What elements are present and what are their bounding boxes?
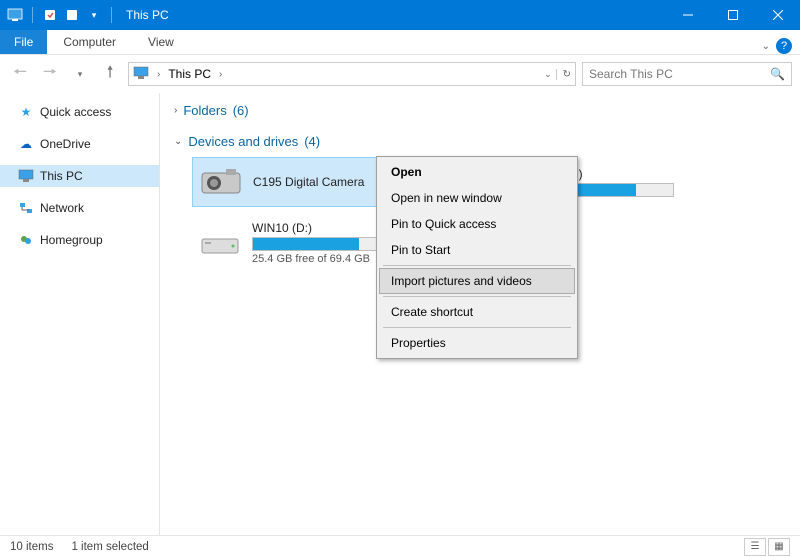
network-icon [18, 200, 34, 216]
details-view-button[interactable]: ☰ [744, 538, 766, 556]
search-icon: 🔍 [770, 67, 785, 81]
chevron-right-icon[interactable]: › [153, 69, 164, 80]
chevron-right-icon: › [174, 105, 177, 116]
ctx-import-pictures[interactable]: Import pictures and videos [379, 268, 575, 294]
titlebar: ▾ This PC [0, 0, 800, 30]
address-location[interactable]: This PC [168, 67, 211, 81]
minimize-button[interactable] [665, 0, 710, 30]
pc-icon [133, 66, 149, 82]
nav-network[interactable]: Network [0, 197, 159, 219]
ctx-separator [383, 296, 571, 297]
address-bar[interactable]: › This PC › ⌄ ↻ [128, 62, 576, 86]
nav-toolbar: 🠔 🠖 ▾ 🠕 › This PC › ⌄ ↻ Search This PC 🔍 [0, 55, 800, 93]
section-label: Folders [183, 103, 226, 118]
window-title: This PC [122, 8, 169, 22]
section-count: (4) [304, 134, 320, 149]
status-item-count: 10 items [10, 541, 53, 553]
ctx-open[interactable]: Open [379, 159, 575, 185]
status-bar: 10 items 1 item selected ☰ ▦ [0, 535, 800, 557]
context-menu: Open Open in new window Pin to Quick acc… [376, 156, 578, 359]
pc-icon [18, 168, 34, 184]
camera-icon [199, 164, 243, 200]
ctx-pin-quick-access[interactable]: Pin to Quick access [379, 211, 575, 237]
explorer-icon [6, 6, 24, 24]
ctx-separator [383, 265, 571, 266]
nav-this-pc[interactable]: This PC [0, 165, 159, 187]
search-placeholder: Search This PC [589, 67, 673, 81]
new-folder-qat-icon[interactable] [63, 6, 81, 24]
ribbon-expand-icon[interactable]: ⌄ [762, 41, 770, 52]
nav-label: This PC [40, 169, 83, 183]
nav-label: Quick access [40, 105, 111, 119]
section-label: Devices and drives [188, 134, 298, 149]
maximize-button[interactable] [710, 0, 755, 30]
ctx-pin-start[interactable]: Pin to Start [379, 237, 575, 263]
star-icon: ★ [18, 104, 34, 120]
ctx-create-shortcut[interactable]: Create shortcut [379, 299, 575, 325]
section-count: (6) [233, 103, 249, 118]
recent-locations-button[interactable]: ▾ [68, 62, 92, 86]
address-dropdown-icon[interactable]: ⌄ [544, 69, 552, 80]
refresh-icon[interactable]: ↻ [556, 69, 571, 80]
up-button[interactable]: 🠕 [98, 62, 122, 86]
quick-access-toolbar: ▾ [0, 6, 122, 24]
tiles-view-button[interactable]: ▦ [768, 538, 790, 556]
close-button[interactable] [755, 0, 800, 30]
properties-qat-icon[interactable] [41, 6, 59, 24]
nav-label: Network [40, 201, 84, 215]
ctx-open-new-window[interactable]: Open in new window [379, 185, 575, 211]
forward-button[interactable]: 🠖 [38, 62, 62, 86]
file-tab[interactable]: File [0, 30, 47, 54]
nav-quick-access[interactable]: ★ Quick access [0, 101, 159, 123]
nav-label: Homegroup [40, 233, 103, 247]
qat-dropdown-icon[interactable]: ▾ [85, 6, 103, 24]
ctx-separator [383, 327, 571, 328]
drive-name: C195 Digital Camera [253, 175, 364, 189]
ribbon: File Computer View ⌄ ? [0, 30, 800, 55]
hdd-icon [198, 225, 242, 261]
chevron-right-icon[interactable]: › [215, 69, 226, 80]
search-input[interactable]: Search This PC 🔍 [582, 62, 792, 86]
nav-label: OneDrive [40, 137, 91, 151]
navigation-pane: ★ Quick access ☁ OneDrive This PC Networ… [0, 93, 160, 535]
ctx-properties[interactable]: Properties [379, 330, 575, 356]
tab-computer[interactable]: Computer [47, 30, 132, 54]
cloud-icon: ☁ [18, 136, 34, 152]
status-selected-count: 1 item selected [71, 541, 148, 553]
section-folders[interactable]: › Folders (6) [174, 99, 786, 122]
nav-homegroup[interactable]: Homegroup [0, 229, 159, 251]
chevron-down-icon: ⌄ [174, 136, 182, 147]
nav-onedrive[interactable]: ☁ OneDrive [0, 133, 159, 155]
section-devices[interactable]: ⌄ Devices and drives (4) [174, 130, 786, 153]
tab-view[interactable]: View [132, 30, 190, 54]
help-icon[interactable]: ? [776, 38, 792, 54]
back-button[interactable]: 🠔 [8, 62, 32, 86]
homegroup-icon [18, 232, 34, 248]
